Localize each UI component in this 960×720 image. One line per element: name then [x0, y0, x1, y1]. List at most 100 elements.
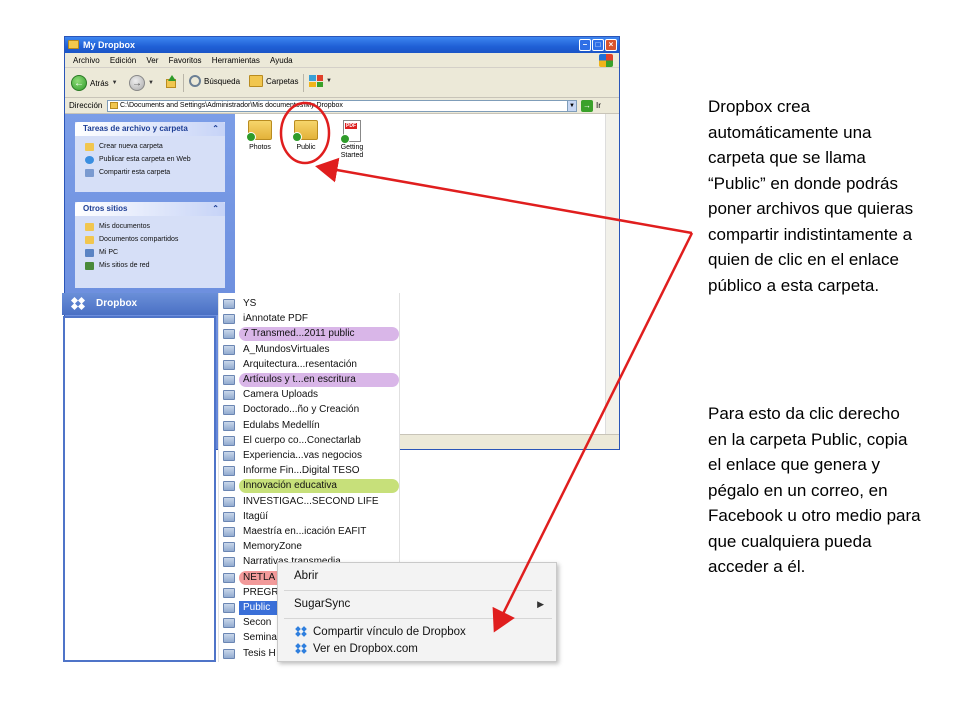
folder-list-label: Edulabs Medellín	[243, 419, 320, 431]
go-button[interactable]: Ir	[596, 98, 601, 114]
folder-list-label: Semina	[243, 632, 277, 644]
folder-list-item[interactable]: Experiencia...vas negocios	[221, 449, 399, 463]
toolbar: ← Atrás ▼ → ▼ Búsqueda Carpetas ▼	[65, 68, 619, 98]
folder-list-label: Innovación educativa	[243, 480, 337, 492]
place-shared-documents[interactable]: Documentos compartidos	[75, 233, 225, 246]
folder-list-label: Doctorado...ño y Creación	[243, 404, 360, 416]
file-item-photos[interactable]: Photos	[235, 120, 285, 152]
places-panel-header[interactable]: Otros sitios ⌃	[75, 202, 225, 216]
folder-list-label: Arquitectura...resentación	[243, 358, 357, 370]
folder-list-label: Tesis H	[243, 647, 276, 659]
folder-list-label: Maestría en...icación EAFIT	[243, 526, 367, 537]
chevron-down-icon: ▼	[148, 80, 154, 86]
file-item-getting-started[interactable]: PDF Getting Started	[327, 120, 377, 160]
chevron-down-icon: ▼	[326, 78, 332, 84]
menu-item-share-dropbox-link[interactable]: Compartir vínculo de Dropbox	[278, 623, 556, 641]
folders-button[interactable]: Carpetas	[249, 75, 298, 87]
folder-list-label: NETLA	[243, 571, 276, 583]
folder-icon	[110, 102, 118, 109]
folder-list-item[interactable]: Informe Fin...Digital TESO	[221, 464, 399, 478]
menu-ver[interactable]: Ver	[146, 56, 158, 65]
folder-list-item[interactable]: MemoryZone	[221, 540, 399, 554]
menu-ayuda[interactable]: Ayuda	[270, 56, 293, 65]
up-folder-button[interactable]	[165, 75, 177, 89]
forward-button[interactable]: → ▼	[129, 75, 154, 91]
folder-list-label: Experiencia...vas negocios	[243, 450, 362, 461]
folder-list-label: El cuerpo co...Conectarlab	[243, 434, 361, 446]
tasks-panel: Tareas de archivo y carpeta ⌃ Crear nuev…	[75, 122, 225, 192]
address-path: C:\Documents and Settings\Administrador\…	[120, 102, 343, 109]
back-button[interactable]: ← Atrás ▼	[71, 75, 118, 91]
place-my-documents[interactable]: Mis documentos	[75, 220, 225, 233]
address-input[interactable]: C:\Documents and Settings\Administrador\…	[107, 100, 575, 112]
menu-favoritos[interactable]: Favoritos	[169, 56, 202, 65]
folder-icon	[223, 435, 235, 446]
task-share-folder[interactable]: Compartir esta carpeta	[75, 166, 225, 179]
documents-folder-icon	[85, 223, 94, 231]
folder-list-label: YS	[243, 298, 257, 309]
menu-archivo[interactable]: Archivo	[73, 56, 100, 65]
views-button[interactable]: ▼	[309, 75, 332, 87]
shared-folder-icon	[85, 236, 94, 244]
folder-icon	[223, 481, 235, 492]
address-label: Dirección	[69, 101, 103, 110]
folder-list-item[interactable]: Camera Uploads	[221, 388, 399, 402]
folder-icon	[223, 375, 235, 385]
place-network[interactable]: Mis sitios de red	[75, 259, 225, 272]
back-label: Atrás	[90, 78, 109, 88]
collapse-icon[interactable]: ⌃	[212, 202, 219, 216]
folder-icon	[223, 390, 235, 401]
menu-item-sugarsync[interactable]: SugarSync ▶	[278, 595, 556, 613]
go-arrow-icon[interactable]: →	[581, 100, 593, 112]
menu-item-abrir[interactable]: Abrir	[278, 567, 556, 585]
computer-icon	[85, 249, 94, 257]
dropbox-header[interactable]: Dropbox	[62, 293, 218, 315]
folder-icon	[223, 329, 235, 340]
back-arrow-icon: ←	[71, 75, 87, 91]
folder-icon	[223, 648, 235, 659]
folder-list-item[interactable]: El cuerpo co...Conectarlab	[221, 434, 399, 448]
folder-list-item[interactable]: INVESTIGAC...SECOND LIFE	[221, 495, 399, 509]
task-new-folder[interactable]: Crear nueva carpeta	[75, 140, 225, 153]
folders-label: Carpetas	[266, 76, 299, 86]
context-menu: Abrir SugarSync ▶ Compartir vínculo de D…	[277, 562, 557, 662]
folder-list-item[interactable]: 7 Transmed...2011 public	[221, 327, 399, 342]
file-item-public[interactable]: Public	[281, 120, 331, 152]
folder-icon	[223, 572, 235, 583]
folder-list-item[interactable]: YS	[221, 297, 399, 311]
folder-icon	[223, 511, 235, 522]
folder-list-item[interactable]: iAnnotate PDF	[221, 312, 399, 326]
tasks-panel-header[interactable]: Tareas de archivo y carpeta ⌃	[75, 122, 225, 136]
vertical-scrollbar[interactable]	[605, 114, 619, 434]
folder-list-item[interactable]: Arquitectura...resentación	[221, 358, 399, 372]
folder-list-item[interactable]: Innovación educativa	[221, 479, 399, 494]
minimize-button[interactable]: –	[579, 39, 591, 51]
folder-list-label: Public	[243, 602, 271, 613]
folder-list-item[interactable]: Maestría en...icación EAFIT	[221, 525, 399, 539]
maximize-button[interactable]: □	[592, 39, 604, 51]
address-dropdown-button[interactable]: ▼	[567, 100, 577, 112]
folder-icon	[223, 314, 235, 325]
collapse-icon[interactable]: ⌃	[212, 122, 219, 136]
places-panel: Otros sitios ⌃ Mis documentos Documentos…	[75, 202, 225, 288]
folder-icon	[223, 542, 235, 553]
search-label: Búsqueda	[204, 76, 241, 86]
menu-item-view-on-dropbox[interactable]: Ver en Dropbox.com	[278, 640, 556, 658]
menu-herramientas[interactable]: Herramientas	[212, 56, 260, 65]
annotation-text-2: Para esto da clic derecho en la carpeta …	[708, 404, 921, 576]
folders-icon	[249, 75, 263, 87]
search-button[interactable]: Búsqueda	[189, 75, 240, 87]
folder-list-item[interactable]: Itagüí	[221, 510, 399, 524]
folder-list-item[interactable]: Doctorado...ño y Creación	[221, 403, 399, 417]
task-publish-web[interactable]: Publicar esta carpeta en Web	[75, 153, 225, 166]
folder-icon	[292, 120, 318, 142]
search-icon	[189, 75, 201, 87]
folder-list-item[interactable]: A_MundosVirtuales	[221, 343, 399, 357]
folder-list-label: INVESTIGAC...SECOND LIFE	[243, 495, 379, 507]
place-my-computer[interactable]: Mi PC	[75, 246, 225, 259]
dropbox-logo-icon	[70, 296, 86, 311]
folder-list-item[interactable]: Edulabs Medellín	[221, 419, 399, 433]
menu-edicion[interactable]: Edición	[110, 56, 136, 65]
folder-list-item[interactable]: Artículos y t...en escritura	[221, 373, 399, 387]
close-button[interactable]: ×	[605, 39, 617, 51]
